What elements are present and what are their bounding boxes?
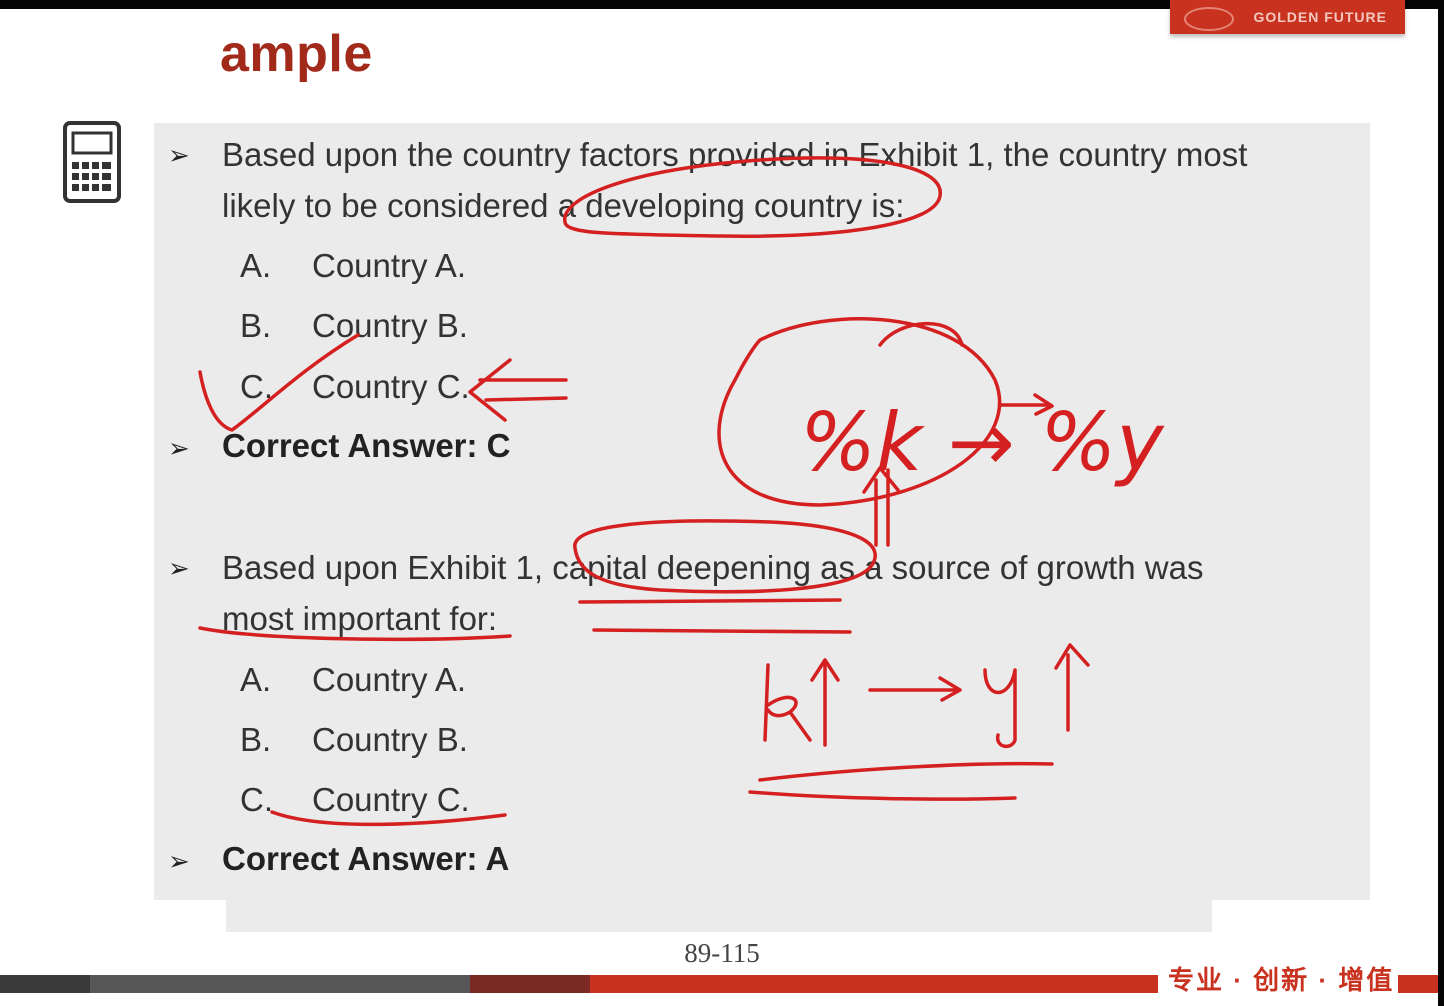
option-text: Country A. <box>312 661 467 698</box>
option-text: Country C. <box>312 368 470 405</box>
question-2-option-c: C. Country C. <box>240 781 470 819</box>
question-2-option-a: A. Country A. <box>240 661 466 699</box>
right-border <box>1438 0 1444 1006</box>
question-2-text: Based upon Exhibit 1, capital deepening … <box>222 542 1203 644</box>
brand-logo-icon <box>1184 7 1234 31</box>
arrow-bullet-icon: ➢ <box>168 846 190 876</box>
option-text: Country A. <box>312 247 467 284</box>
option-text: Country B. <box>312 307 468 344</box>
question-2-line-1: Based upon Exhibit 1, capital deepening … <box>222 549 1204 586</box>
arrow-bullet-icon: ➢ <box>168 433 190 463</box>
question-1-answer: Correct Answer: C <box>222 427 511 464</box>
arrow-bullet-icon: ➢ <box>168 140 190 170</box>
option-letter: C. <box>240 781 273 818</box>
question-1-option-a: A. Country A. <box>240 247 466 285</box>
option-letter: C. <box>240 368 273 405</box>
footer-stripe <box>90 975 470 993</box>
option-text: Country B. <box>312 721 468 758</box>
option-letter: B. <box>240 307 272 344</box>
question-2-option-b: B. Country B. <box>240 721 468 759</box>
question-1-line-1: Based upon the country factors provided … <box>222 136 1248 173</box>
footer-stripe <box>590 975 1158 993</box>
calculator-icon <box>63 121 121 203</box>
option-letter: A. <box>240 661 272 698</box>
question-2-line-2: most important for: <box>222 600 498 637</box>
option-letter: A. <box>240 247 272 284</box>
question-2-answer: Correct Answer: A <box>222 840 510 877</box>
question-1-option-c: C. Country C. <box>240 368 470 406</box>
footer-motto: 专业 · 创新 · 增值 <box>1168 965 1395 995</box>
question-1-text: Based upon the country factors provided … <box>222 129 1247 231</box>
footer-stripe <box>1398 975 1438 993</box>
question-panel-footer <box>226 900 1212 932</box>
question-1-line-2: likely to be considered a developing cou… <box>222 187 905 224</box>
option-letter: B. <box>240 721 272 758</box>
option-text: Country C. <box>312 781 470 818</box>
slide-title: ample <box>220 25 373 83</box>
brand-text: GOLDEN FUTURE <box>1253 9 1387 25</box>
footer-stripe <box>0 975 90 993</box>
footer-stripe <box>470 975 590 993</box>
arrow-bullet-icon: ➢ <box>168 553 190 583</box>
brand-badge: GOLDEN FUTURE <box>1170 0 1405 34</box>
question-1-option-b: B. Country B. <box>240 307 468 345</box>
